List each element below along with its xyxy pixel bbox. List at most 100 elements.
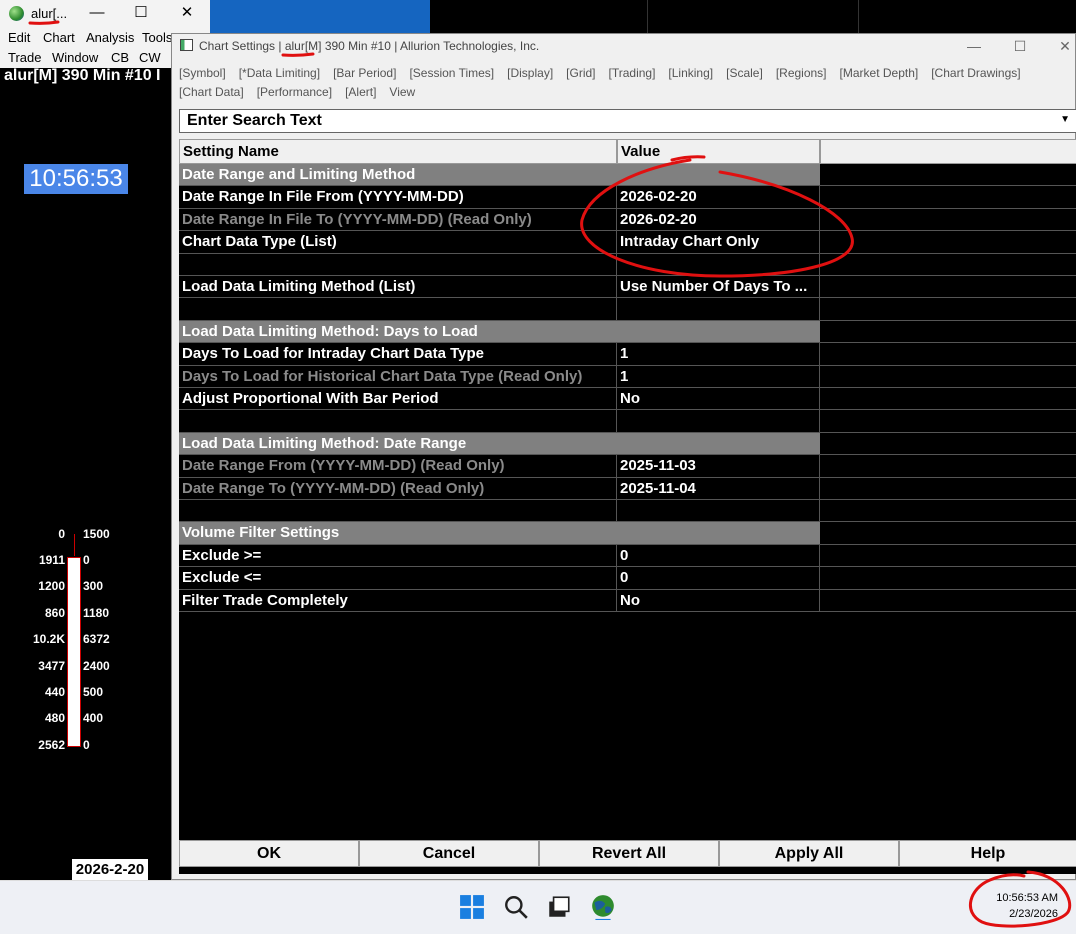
- setting-value: [617, 298, 820, 321]
- setting-name: [179, 500, 617, 523]
- section-header-row: Load Data Limiting Method: Days to Load: [179, 320, 1076, 344]
- tab-linking[interactable]: [Linking]: [668, 64, 713, 83]
- dialog-maximize-button[interactable]: ☐: [1000, 36, 1040, 58]
- table-row[interactable]: Exclude <= 0: [179, 567, 1076, 590]
- minimize-button[interactable]: —: [80, 2, 114, 26]
- setting-value: [617, 500, 820, 523]
- setting-extra: [820, 366, 1076, 388]
- table-row[interactable]: Date Range In File From (YYYY-MM-DD) 2026…: [179, 186, 1076, 209]
- table-row[interactable]: Exclude >= 0: [179, 544, 1076, 568]
- setting-name: Days To Load for Intraday Chart Data Typ…: [179, 343, 617, 366]
- setting-value[interactable]: No: [617, 589, 820, 612]
- setting-value[interactable]: Intraday Chart Only: [617, 231, 820, 254]
- setting-name: Date Range In File From (YYYY-MM-DD): [179, 186, 617, 209]
- setting-value: 2025-11-04: [617, 477, 820, 500]
- dom-ask: 0: [83, 737, 90, 752]
- ok-button[interactable]: OK: [179, 840, 359, 867]
- app-globe-icon[interactable]: [590, 894, 616, 920]
- menu-tools[interactable]: Tools: [142, 30, 172, 45]
- cancel-button[interactable]: Cancel: [359, 840, 539, 867]
- tab-bar-period[interactable]: [Bar Period]: [333, 64, 396, 83]
- tab-market-depth[interactable]: [Market Depth]: [840, 64, 919, 83]
- setting-value[interactable]: Use Number Of Days To ...: [617, 276, 820, 299]
- setting-value[interactable]: 0: [617, 544, 820, 568]
- menu-cb[interactable]: CB: [111, 50, 129, 65]
- menu-chart[interactable]: Chart: [43, 30, 75, 45]
- help-button[interactable]: Help: [899, 840, 1076, 867]
- search-input[interactable]: Enter Search Text ▼: [179, 109, 1076, 133]
- settings-tabs: [Symbol] [*Data Limiting] [Bar Period] [Ses…: [179, 64, 1069, 102]
- tab-data-limiting[interactable]: [*Data Limiting]: [239, 64, 320, 83]
- tab-scale[interactable]: [Scale]: [726, 64, 763, 83]
- tab-symbol[interactable]: [Symbol]: [179, 64, 226, 83]
- table-row[interactable]: Load Data Limiting Method (List) Use Numb…: [179, 276, 1076, 299]
- tab-performance[interactable]: [Performance]: [257, 83, 332, 102]
- setting-name: Date Range To (YYYY-MM-DD) (Read Only): [179, 477, 617, 500]
- dialog-buttons: OK Cancel Revert All Apply All Help: [179, 840, 1076, 867]
- tab-chart-data[interactable]: [Chart Data]: [179, 83, 244, 102]
- setting-extra: [820, 410, 1076, 433]
- windows-start-icon[interactable]: [459, 894, 485, 920]
- chart-clock: 10:56:53: [24, 164, 128, 194]
- menu-cw[interactable]: CW: [139, 50, 161, 65]
- tab-grid[interactable]: [Grid]: [566, 64, 595, 83]
- setting-extra: [820, 590, 1076, 612]
- chart-title: alur[M] 390 Min #10 I: [4, 67, 161, 84]
- column-header-setting[interactable]: Setting Name: [179, 139, 617, 164]
- tab-view[interactable]: View: [389, 83, 415, 102]
- setting-name: Load Data Limiting Method: Date Range: [179, 432, 820, 456]
- setting-extra: [820, 433, 1076, 456]
- tab-chart-drawings[interactable]: [Chart Drawings]: [931, 64, 1020, 83]
- setting-name: Date Range and Limiting Method: [179, 164, 820, 187]
- setting-name: Load Data Limiting Method: Days to Load: [179, 320, 820, 344]
- dialog-minimize-button[interactable]: —: [954, 36, 994, 58]
- window-icon: [180, 39, 193, 51]
- maximize-button[interactable]: ☐: [124, 2, 158, 26]
- menu-window[interactable]: Window: [52, 50, 98, 65]
- dom-bid: 480: [44, 711, 65, 726]
- tab-regions[interactable]: [Regions]: [776, 64, 827, 83]
- setting-name: Days To Load for Historical Chart Data T…: [179, 365, 617, 388]
- menu-analysis[interactable]: Analysis: [86, 30, 134, 45]
- setting-value: [617, 253, 820, 276]
- tab-trading[interactable]: [Trading]: [609, 64, 656, 83]
- menu-trade[interactable]: Trade: [8, 50, 41, 65]
- column-header-value[interactable]: Value: [617, 139, 820, 164]
- apply-all-button[interactable]: Apply All: [719, 840, 899, 867]
- setting-name: Exclude <=: [179, 567, 617, 590]
- dom-top-left: 0: [58, 527, 65, 541]
- tab-session-times[interactable]: [Session Times]: [409, 64, 494, 83]
- table-row[interactable]: Days To Load for Intraday Chart Data Typ…: [179, 343, 1076, 366]
- dom-ask: 400: [83, 711, 104, 726]
- main-window-title: alur[...: [31, 6, 68, 21]
- table-row[interactable]: Chart Data Type (List) Intraday Chart Onl…: [179, 231, 1076, 254]
- setting-name: Volume Filter Settings: [179, 522, 820, 545]
- close-button[interactable]: ✕: [170, 2, 204, 26]
- search-icon[interactable]: [503, 894, 529, 920]
- table-row[interactable]: Filter Trade Completely No: [179, 589, 1076, 612]
- menu-edit[interactable]: Edit: [8, 30, 30, 45]
- tab-alert[interactable]: [Alert]: [345, 83, 376, 102]
- setting-name: [179, 253, 617, 276]
- setting-value[interactable]: No: [617, 388, 820, 411]
- revert-all-button[interactable]: Revert All: [539, 840, 719, 867]
- system-clock[interactable]: 10:56:53 AM 2/23/2026: [996, 890, 1058, 922]
- setting-extra: [820, 567, 1076, 590]
- system-date: 2/23/2026: [1009, 908, 1058, 920]
- dialog-close-button[interactable]: ✕: [1045, 36, 1076, 58]
- desktop-divider: [647, 0, 648, 34]
- setting-value[interactable]: 1: [617, 343, 820, 366]
- setting-name: [179, 410, 617, 433]
- column-header-blank: [820, 139, 1076, 164]
- table-row[interactable]: Adjust Proportional With Bar Period No: [179, 388, 1076, 411]
- task-view-icon[interactable]: [546, 894, 572, 920]
- setting-value[interactable]: 0: [617, 567, 820, 590]
- desktop-divider: [858, 0, 859, 34]
- chevron-down-icon[interactable]: ▼: [1060, 114, 1070, 125]
- dom-bid: 860: [44, 605, 65, 620]
- tab-display[interactable]: [Display]: [507, 64, 553, 83]
- setting-name: Date Range From (YYYY-MM-DD) (Read Only): [179, 455, 617, 478]
- table-row: Date Range To (YYYY-MM-DD) (Read Only) 20…: [179, 477, 1076, 500]
- dialog-title: Chart Settings | alur[M] 390 Min #10 | A…: [199, 39, 540, 53]
- setting-value[interactable]: 2026-02-20: [617, 186, 820, 209]
